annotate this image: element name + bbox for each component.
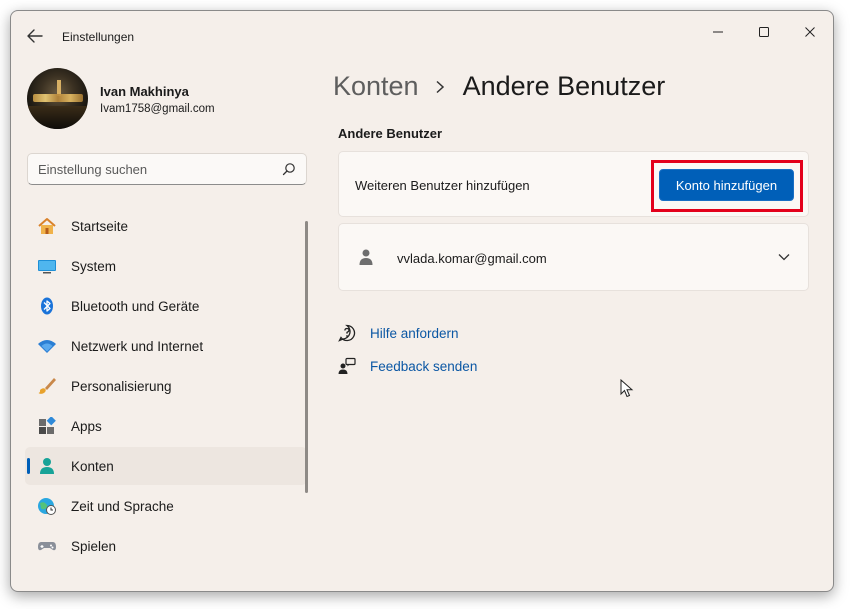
- user-account-card[interactable]: vvlada.komar@gmail.com: [338, 223, 809, 291]
- mouse-cursor-icon: [620, 379, 634, 398]
- add-user-label: Weiteren Benutzer hinzufügen: [355, 178, 530, 193]
- sidebar-item-label: System: [71, 258, 117, 274]
- page-title: Andere Benutzer: [462, 71, 666, 101]
- sidebar-item-spielen[interactable]: Spielen: [25, 527, 307, 565]
- help-link-label: Hilfe anfordern: [370, 325, 459, 341]
- add-user-card: Weiteren Benutzer hinzufügen Konto hinzu…: [338, 151, 809, 217]
- sidebar-item-label: Konten: [71, 458, 114, 474]
- help-icon: [338, 324, 356, 342]
- avatar[interactable]: [27, 68, 88, 129]
- sidebar-item-apps[interactable]: Apps: [25, 407, 307, 445]
- search-icon[interactable]: [282, 162, 296, 176]
- sidebar-item-label: Personalisierung: [71, 378, 172, 394]
- profile-name: Ivan Makhinya: [100, 84, 189, 99]
- brush-icon: [38, 378, 56, 394]
- sidebar-item-konten[interactable]: Konten: [25, 447, 307, 485]
- sidebar-item-label: Bluetooth und Geräte: [71, 298, 200, 314]
- maximize-icon: [759, 27, 769, 37]
- sidebar-item-label: Spielen: [71, 538, 117, 554]
- gamepad-icon: [38, 542, 56, 551]
- sidebar-item-startseite[interactable]: Startseite: [25, 207, 307, 245]
- chevron-right-icon: [436, 80, 444, 93]
- wifi-icon: [38, 340, 56, 353]
- sidebar-scrollbar[interactable]: [305, 221, 308, 493]
- close-button[interactable]: [787, 17, 833, 47]
- sidebar-item-label: Zeit und Sprache: [71, 498, 174, 514]
- add-account-button[interactable]: Konto hinzufügen: [659, 169, 794, 201]
- sidebar-item-system[interactable]: System: [25, 247, 307, 285]
- breadcrumb: Konten Andere Benutzer: [333, 71, 665, 102]
- profile-email: Ivam1758@gmail.com: [100, 103, 215, 115]
- feedback-link[interactable]: Feedback senden: [338, 357, 477, 375]
- user-account-email: vvlada.komar@gmail.com: [397, 251, 547, 266]
- search-input[interactable]: [38, 154, 278, 184]
- monitor-icon: [38, 260, 56, 274]
- apps-icon: [39, 417, 56, 434]
- arrow-left-icon: [27, 29, 43, 43]
- sidebar-item-personalisierung[interactable]: Personalisierung: [25, 367, 307, 405]
- maximize-button[interactable]: [741, 17, 787, 47]
- sidebar-item-label: Netzwerk und Internet: [71, 338, 204, 354]
- title-bar: Einstellungen: [11, 11, 833, 57]
- app-title: Einstellungen: [62, 30, 135, 44]
- active-indicator: [27, 458, 30, 474]
- breadcrumb-parent[interactable]: Konten: [333, 71, 419, 102]
- globe-clock-icon: [38, 498, 56, 515]
- section-title: Andere Benutzer: [338, 126, 443, 141]
- back-button[interactable]: [23, 25, 47, 47]
- help-link[interactable]: Hilfe anfordern: [338, 324, 459, 342]
- search-box: [27, 153, 307, 185]
- minimize-button[interactable]: [695, 17, 741, 47]
- sidebar-item-label: Startseite: [71, 218, 129, 234]
- person-icon: [359, 249, 373, 265]
- minimize-icon: [713, 31, 723, 33]
- bluetooth-icon: [41, 297, 53, 315]
- home-icon: [38, 218, 56, 234]
- person-icon: [40, 458, 54, 474]
- sidebar-item-zeit-sprache[interactable]: Zeit und Sprache: [25, 487, 307, 525]
- sidebar-item-bluetooth[interactable]: Bluetooth und Geräte: [25, 287, 307, 325]
- feedback-link-label: Feedback senden: [370, 358, 478, 374]
- sidebar-item-netzwerk[interactable]: Netzwerk und Internet: [25, 327, 307, 365]
- chevron-down-icon[interactable]: [778, 253, 790, 261]
- feedback-icon: [338, 357, 356, 374]
- settings-window: Einstellungen Ivan Makhinya Ivam1758@gma…: [10, 10, 834, 592]
- close-icon: [805, 27, 815, 37]
- sidebar-nav: Startseite System Bluetooth und Geräte N…: [25, 207, 307, 567]
- sidebar-item-label: Apps: [71, 418, 102, 434]
